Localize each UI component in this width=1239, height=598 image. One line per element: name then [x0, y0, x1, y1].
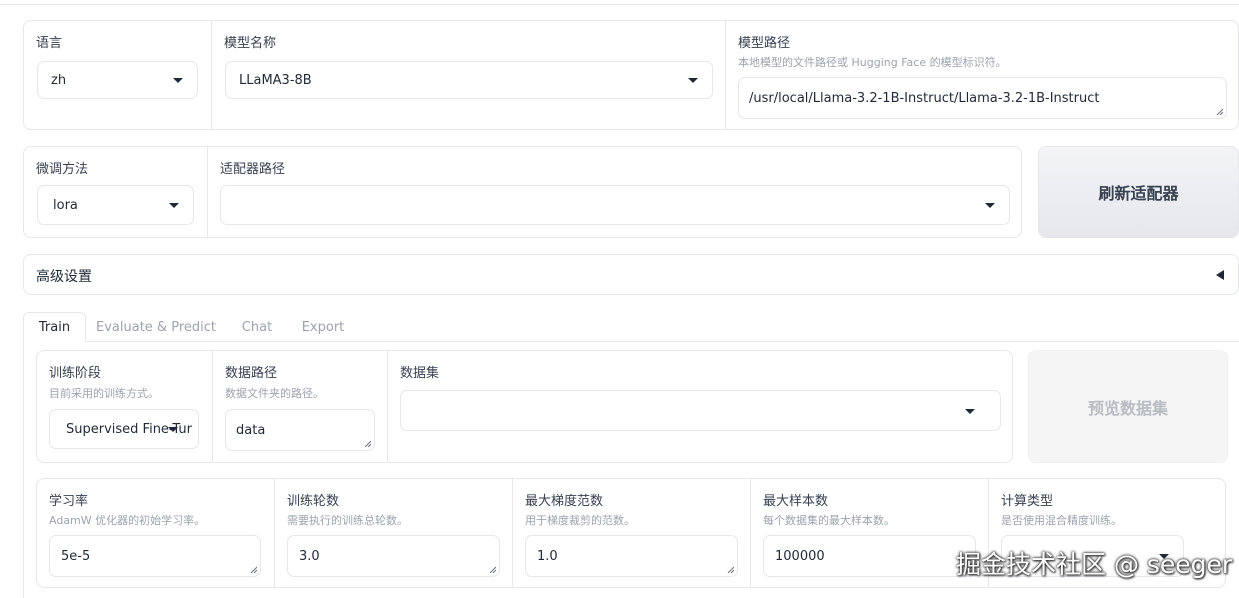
- refresh-adapters-button[interactable]: 刷新适配器: [1038, 146, 1239, 238]
- max-samples-value: 100000: [775, 548, 825, 564]
- max-samples-label: 最大样本数: [763, 494, 829, 509]
- max-grad-norm-label: 最大梯度范数: [525, 494, 604, 509]
- model-path-label: 模型路径: [738, 36, 791, 51]
- chevron-down-icon: [169, 203, 179, 208]
- resize-handle-icon[interactable]: [1216, 108, 1223, 115]
- model-path-hint: 本地模型的文件路径或 Hugging Face 的模型标识符。: [738, 56, 1007, 69]
- stage-hint: 目前采用的训练方式。: [49, 387, 159, 400]
- language-select[interactable]: zh: [37, 61, 198, 99]
- resize-handle-icon[interactable]: [364, 440, 371, 447]
- watermark: 掘金技术社区 @ seeger: [956, 550, 1233, 579]
- max-samples-hint: 每个数据集的最大样本数。: [763, 514, 895, 527]
- max-grad-norm-input[interactable]: 1.0: [525, 535, 738, 577]
- advanced-settings-accordion[interactable]: 高级设置: [23, 254, 1239, 295]
- learning-rate-hint: AdamW 优化器的初始学习率。: [49, 514, 206, 527]
- model-path-input[interactable]: /usr/local/Llama-3.2-1B-Instruct/Llama-3…: [738, 77, 1227, 119]
- resize-handle-icon[interactable]: [727, 566, 734, 573]
- model-name-value: LLaMA3-8B: [239, 72, 312, 88]
- learning-rate-value: 5e-5: [61, 548, 91, 564]
- model-path-value: /usr/local/Llama-3.2-1B-Instruct/Llama-3…: [749, 90, 1100, 106]
- epochs-hint: 需要执行的训练总轮数。: [287, 514, 408, 527]
- chevron-down-icon: [965, 408, 975, 414]
- chevron-down-icon: [688, 78, 698, 83]
- model-path-cell: 模型路径 本地模型的文件路径或 Hugging Face 的模型标识符。 /us…: [725, 21, 1238, 129]
- learning-rate-label: 学习率: [49, 494, 89, 509]
- compute-type-hint: 是否使用混合精度训练。: [1001, 514, 1122, 527]
- stage-select[interactable]: Supervised Fine-Tur: [49, 409, 199, 449]
- advanced-settings-title: 高级设置: [36, 269, 92, 285]
- resize-handle-icon[interactable]: [489, 566, 496, 573]
- tab-chat[interactable]: Chat: [233, 312, 281, 342]
- stage-cell: 训练阶段 目前采用的训练方式。 Supervised Fine-Tur: [37, 351, 212, 462]
- finetune-method-cell: 微调方法 lora: [24, 147, 207, 237]
- learning-rate-input[interactable]: 5e-5: [49, 535, 261, 577]
- dataset-dir-label: 数据路径: [225, 366, 278, 381]
- max-grad-norm-cell: 最大梯度范数 用于梯度裁剪的范数。 1.0: [512, 479, 750, 587]
- dataset-dir-hint: 数据文件夹的路径。: [225, 387, 324, 400]
- max-samples-input[interactable]: 100000: [763, 535, 976, 577]
- chevron-down-icon: [985, 203, 995, 208]
- dataset-dir-value: data: [236, 422, 266, 438]
- stage-label: 训练阶段: [49, 366, 102, 381]
- adapter-path-cell: 适配器路径: [207, 147, 1021, 237]
- epochs-label: 训练轮数: [287, 494, 340, 509]
- epochs-cell: 训练轮数 需要执行的训练总轮数。 3.0: [274, 479, 512, 587]
- tab-evaluate-predict[interactable]: Evaluate & Predict: [93, 312, 219, 342]
- model-name-select[interactable]: LLaMA3-8B: [225, 61, 713, 99]
- dataset-select[interactable]: [400, 390, 1001, 431]
- model-name-cell: 模型名称 LLaMA3-8B: [211, 21, 725, 129]
- tab-export[interactable]: Export: [295, 312, 351, 342]
- learning-rate-cell: 学习率 AdamW 优化器的初始学习率。 5e-5: [37, 479, 274, 587]
- max-samples-cell: 最大样本数 每个数据集的最大样本数。 100000: [750, 479, 988, 587]
- chevron-down-icon: [168, 427, 178, 432]
- language-cell: 语言 zh: [24, 21, 211, 129]
- adapter-path-select[interactable]: [220, 185, 1010, 225]
- tab-train[interactable]: Train: [23, 312, 86, 342]
- preview-dataset-button[interactable]: 预览数据集: [1028, 350, 1228, 463]
- epochs-value: 3.0: [299, 548, 320, 564]
- max-grad-norm-value: 1.0: [537, 548, 558, 564]
- language-value: zh: [51, 72, 67, 88]
- chevron-down-icon: [173, 78, 183, 83]
- dataset-label: 数据集: [400, 366, 440, 381]
- finetune-method-value: lora: [53, 197, 78, 213]
- collapse-triangle-icon[interactable]: [1216, 270, 1224, 280]
- finetune-method-label: 微调方法: [36, 162, 89, 177]
- finetune-method-select[interactable]: lora: [37, 185, 194, 225]
- top-divider: [0, 0, 1239, 5]
- resize-handle-icon[interactable]: [250, 566, 257, 573]
- dataset-cell: 数据集: [387, 351, 1012, 462]
- epochs-input[interactable]: 3.0: [287, 535, 500, 577]
- model-name-label: 模型名称: [224, 36, 277, 51]
- adapter-path-label: 适配器路径: [220, 162, 286, 177]
- train-data-row: 训练阶段 目前采用的训练方式。 Supervised Fine-Tur 数据路径…: [36, 350, 1013, 463]
- language-label: 语言: [36, 36, 63, 51]
- max-grad-norm-hint: 用于梯度裁剪的范数。: [525, 514, 635, 527]
- adapter-settings-row: 微调方法 lora 适配器路径: [23, 146, 1022, 238]
- dataset-dir-cell: 数据路径 数据文件夹的路径。 data: [212, 351, 387, 462]
- model-settings-row: 语言 zh 模型名称 LLaMA3-8B 模型路径 本地模型的文件路径或 Hug…: [23, 20, 1239, 130]
- compute-type-label: 计算类型: [1001, 494, 1054, 509]
- dataset-dir-input[interactable]: data: [225, 409, 375, 451]
